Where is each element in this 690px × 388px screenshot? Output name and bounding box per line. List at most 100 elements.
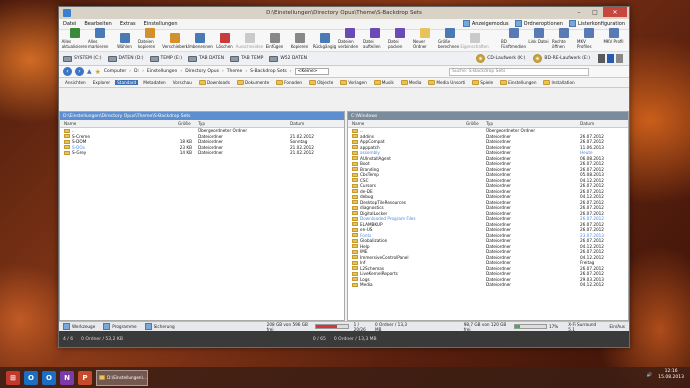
toolbar-right-icon: [558, 28, 569, 38]
forward-icon[interactable]: ›: [75, 67, 84, 76]
view-button[interactable]: Ansichten: [63, 80, 88, 85]
minimize-button[interactable]: –: [571, 7, 587, 17]
search-input[interactable]: Suche: S-Backdrop Sets: [449, 67, 589, 76]
toolbar-button[interactable]: Wählen: [113, 33, 136, 49]
toolbar-button[interactable]: Neuer Ordner: [413, 28, 436, 49]
volume-icon[interactable]: 🔊: [647, 373, 653, 378]
toolbar-right-button[interactable]: Rechte öffnen: [552, 28, 575, 49]
programs-button[interactable]: Programme: [99, 323, 140, 330]
task-powerpoint-icon[interactable]: P: [78, 370, 92, 385]
menu-edit[interactable]: Bearbeiten: [84, 21, 111, 27]
surround-button[interactable]: X-Fi Surround 5.1: [564, 322, 605, 332]
breadcrumb-item[interactable]: Einstellungen: [147, 69, 178, 74]
view-button[interactable]: Metadaten: [141, 80, 168, 85]
lister-config-button[interactable]: Listerkonfiguration: [568, 20, 625, 27]
toolbar-button[interactable]: Alles aktualisieren: [62, 28, 87, 49]
breadcrumb-item[interactable]: S-Backdrop Sets: [250, 69, 287, 74]
title-bar[interactable]: D:\Einstellungen\Directory Opus\Theme\S-…: [59, 7, 629, 19]
right-path-header[interactable]: C:\Windows: [348, 112, 628, 120]
toggle-button[interactable]: Ein/Aus: [605, 324, 629, 329]
toolbar-button[interactable]: Größe berechnen: [438, 28, 461, 49]
bluetooth-icon[interactable]: [607, 54, 614, 63]
view-mode-button[interactable]: Anzeigemodus: [462, 20, 509, 27]
bd-drive-button[interactable]: BD-RE-Laufwerk (E:): [533, 54, 590, 63]
favorite-folder[interactable]: Media Unsorti: [426, 80, 467, 85]
up-icon[interactable]: ▲: [87, 68, 92, 75]
favorite-folder[interactable]: Objecte: [307, 80, 335, 85]
clock[interactable]: 12:16 15.08.2013: [658, 369, 684, 381]
cd-drive-button[interactable]: CD-Laufwerk (K:): [476, 54, 525, 63]
usb-icon[interactable]: [598, 54, 605, 63]
tools-button[interactable]: Werkzeuge: [59, 323, 99, 330]
view-button[interactable]: Explorer: [91, 80, 112, 85]
favorite-folder[interactable]: Spiele: [470, 80, 495, 85]
toolbar-button[interactable]: Rückgängig: [313, 33, 336, 49]
favorite-folder[interactable]: Dokumente: [235, 80, 271, 85]
back-icon[interactable]: ‹: [63, 67, 72, 76]
col-date[interactable]: Datum: [290, 121, 304, 126]
toolbar-button[interactable]: Ausschneiden: [236, 33, 263, 49]
favorite-folder[interactable]: Einstellungen: [498, 80, 538, 85]
toolbar-button[interactable]: Löschen: [213, 33, 236, 49]
menu-settings[interactable]: Einstellungen: [144, 21, 178, 27]
task-outlook-icon[interactable]: O: [24, 370, 38, 385]
file-row[interactable]: Media Dateiordner 04.12.2012: [348, 282, 628, 288]
backup-button[interactable]: Sicherung: [141, 323, 179, 330]
col-name[interactable]: Name: [64, 121, 76, 126]
drive-button[interactable]: TAB TEMP: [230, 55, 263, 62]
toolbar-right-button[interactable]: BD Fünftmedien: [501, 28, 526, 49]
toolbar-button[interactable]: Datei aufteilen: [363, 28, 386, 49]
toolbar-button[interactable]: Kopieren: [288, 33, 311, 49]
toolbar-button[interactable]: Dateien verbinden: [338, 28, 361, 49]
col-size[interactable]: Größe: [466, 121, 479, 126]
col-size[interactable]: Größe: [178, 121, 191, 126]
toolbar-button[interactable]: Dateien kopieren: [138, 28, 161, 49]
close-button[interactable]: ✕: [603, 7, 627, 17]
col-type[interactable]: Typ: [198, 121, 205, 126]
active-task-button[interactable]: D:\Einstellungen\...: [96, 369, 148, 386]
favorite-folder[interactable]: Vorlagen: [338, 80, 368, 85]
menu-file[interactable]: Datei: [63, 21, 76, 27]
view-button[interactable]: Standard: [115, 80, 139, 85]
left-path-header[interactable]: D:\Einstellungen\Directory Opus\Theme\S-…: [60, 112, 344, 120]
favorite-folder[interactable]: Musik: [372, 80, 396, 85]
col-type[interactable]: Typ: [486, 121, 493, 126]
favorite-folder[interactable]: Media: [399, 80, 424, 85]
toolbar-right-button[interactable]: Link Datei: [527, 28, 550, 49]
file-name: ELAMBKUP: [352, 222, 383, 227]
filter-dropdown[interactable]: <Keine>: [294, 68, 329, 75]
drive-button[interactable]: TAB DATEN: [188, 55, 224, 62]
file-row[interactable]: S-Grey 14 KB Dateiordner 21.02.2012: [60, 150, 344, 156]
toolbar-button[interactable]: Verschieben: [162, 33, 187, 49]
left-count: 1 / 20/26: [353, 321, 366, 332]
menu-tools[interactable]: Extras: [120, 21, 136, 27]
breadcrumb-item[interactable]: Computer: [104, 69, 126, 74]
phone-icon[interactable]: [616, 54, 623, 63]
drive-button[interactable]: SYSTEM (C:): [63, 55, 102, 62]
drive-button[interactable]: DATEN (D:): [107, 55, 144, 62]
col-date[interactable]: Datum: [580, 121, 594, 126]
toolbar-button[interactable]: Umbenennen: [186, 33, 213, 49]
toolbar-button[interactable]: Alles markieren: [88, 28, 111, 49]
toolbar-button[interactable]: Datei packen: [388, 28, 411, 49]
breadcrumb-item[interactable]: D:: [134, 69, 139, 74]
toolbar-button[interactable]: Einfügen: [263, 33, 286, 49]
windows-start-icon[interactable]: ⊞: [6, 370, 20, 385]
breadcrumb-item[interactable]: Theme: [227, 69, 243, 74]
toolbar-right-button[interactable]: MKV Profiles: [577, 28, 600, 49]
breadcrumb-item[interactable]: Directory Opus: [185, 69, 219, 74]
favorite-folder[interactable]: Installation: [541, 80, 576, 85]
task-outlook-icon-2[interactable]: O: [42, 370, 56, 385]
toolbar-button[interactable]: Eigenschaften: [460, 33, 489, 49]
favorite-folder[interactable]: Fonaden: [274, 80, 304, 85]
view-button[interactable]: Vorschau: [171, 80, 194, 85]
favorite-folder[interactable]: Downloads: [197, 80, 232, 85]
col-name[interactable]: Name: [352, 121, 364, 126]
task-onenote-icon[interactable]: N: [60, 370, 74, 385]
drive-button[interactable]: W52 DATEN: [269, 55, 307, 62]
drive-button[interactable]: TEMP (E:): [149, 55, 182, 62]
folder-options-button[interactable]: Ordneroptionen: [514, 20, 563, 27]
toolbar-right-button[interactable]: MKV Profil: [602, 28, 625, 49]
maximize-button[interactable]: □: [587, 7, 603, 17]
star-icon[interactable]: ★: [95, 68, 101, 76]
